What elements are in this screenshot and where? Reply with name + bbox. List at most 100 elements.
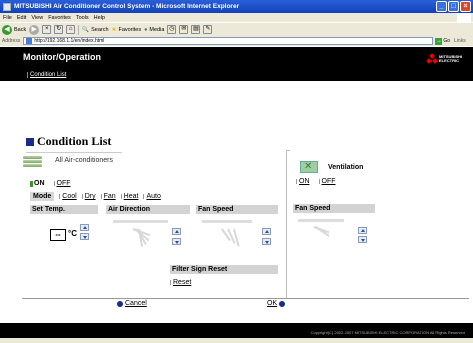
menu-tools[interactable]: Tools [76,15,89,21]
title-block-icon [26,137,34,146]
three-diamonds-icon [426,53,438,64]
ventilation-off-button[interactable]: OFF [318,178,336,185]
breadcrumb-bar: Condition List [0,71,473,81]
address-input[interactable]: http://192.168.1.1/en/index.html [23,37,434,45]
media-icon: ● [144,26,148,33]
page-footer: Copyright(C) 2002-2007 MITSUBISHI ELECTR… [0,323,473,338]
ventilation-fan-speed-header: Fan Speed [293,204,375,213]
media-button[interactable]: ● Media [144,27,164,33]
links-label[interactable]: Links [454,38,466,44]
search-button[interactable]: 🔍 Search [82,27,108,33]
app-header: Monitor/Operation MITSUBISHI ELECTRIC [0,47,473,71]
search-icon: 🔍 [82,26,90,33]
link-marker [53,181,55,186]
ac-power-controls: ON OFF [30,180,71,187]
link-marker [170,280,171,285]
ac-off-button[interactable]: OFF [53,180,71,187]
favorites-button[interactable]: ★ Favorites [112,27,142,33]
column-divider-cap [286,150,290,151]
refresh-button[interactable]: ↻ [54,25,64,34]
maximize-button[interactable]: □ [448,1,459,12]
forward-button[interactable]: ▶ [29,24,40,35]
title-underline [26,152,122,153]
air-direction-down-button[interactable] [172,238,181,245]
address-bar: Address http://192.168.1.1/en/index.html… [0,36,473,46]
back-button[interactable]: ◀ Back [2,24,26,35]
copyright-text: Copyright(C) 2002-2007 MITSUBISHI ELECTR… [310,330,465,335]
window-title-bar: MITSUBISHI Air Conditioner Control Syste… [0,0,473,13]
temp-unit: °C [68,229,77,238]
breadcrumb-condition-list[interactable]: Condition List [30,72,66,78]
air-direction-header: Air Direction [106,205,190,214]
menu-bar: File Edit View Favorites Tools Help [0,13,473,22]
temp-up-button[interactable] [80,224,89,231]
set-temp-header: Set Temp. [30,205,98,214]
on-indicator [30,180,33,187]
menu-help[interactable]: Help [94,15,105,21]
ventilation-power-controls: ON OFF [296,178,336,185]
browser-toolbar: ◀ Back ▶ × ↻ ⌂ 🔍 Search ★ Favorites ● Me… [0,22,473,36]
home-button[interactable]: ⌂ [66,25,76,34]
brand-text: MITSUBISHI ELECTRIC [439,53,463,63]
page-icon [26,38,33,44]
ac-on-button[interactable]: ON [30,180,45,187]
menu-edit[interactable]: Edit [17,15,26,21]
ok-button[interactable]: OK [267,300,286,307]
history-button[interactable]: ◷ [167,25,177,34]
print-button[interactable]: ▤ [191,25,201,34]
back-arrow-icon: ◀ [2,24,12,35]
edit-button[interactable]: ✎ [203,25,213,34]
ok-dot-icon [279,300,286,307]
filter-sign-header: Filter Sign Reset [170,265,278,274]
fan-speed-down-button[interactable] [262,238,271,245]
go-arrow-icon: → [435,37,443,45]
ventilation-fan-up-button[interactable] [358,227,367,234]
mode-auto-button[interactable]: Auto [143,193,161,200]
mail-button[interactable]: ✉ [179,25,189,34]
menu-file[interactable]: File [3,15,12,21]
close-button[interactable]: × [460,1,471,12]
filter-reset-button[interactable]: Reset [170,279,191,286]
page-title-text: Condition List [37,134,112,148]
page-title: Condition List [26,134,111,149]
mode-selector: Mode Cool Dry Fan Heat Auto [30,192,161,201]
toolbar-separator [78,24,80,35]
mode-label: Mode [30,192,55,201]
windows-logo-icon [457,13,471,22]
cancel-button[interactable]: Cancel [117,300,147,307]
ventilation-fan-down-button[interactable] [358,236,367,243]
mitsubishi-logo: MITSUBISHI ELECTRIC [426,53,463,64]
mode-dry-button[interactable]: Dry [81,193,96,200]
mode-cool-button[interactable]: Cool [59,193,77,200]
ventilation-on-button[interactable]: ON [296,178,310,185]
mode-fan-button[interactable]: Fan [100,193,116,200]
fan-speed-up-button[interactable] [262,228,271,235]
address-url: http://192.168.1.1/en/index.html [34,38,105,44]
page-content [0,81,473,323]
set-temp-value: -- [50,229,66,241]
ventilation-icon [300,161,318,173]
group-label: All Air-conditioners [55,157,113,164]
go-button[interactable]: → Go [435,37,450,45]
ie-app-icon [3,2,11,11]
breadcrumb-marker [27,72,28,78]
menu-favorites[interactable]: Favorites [48,15,71,21]
temp-down-button[interactable] [80,233,89,240]
stop-button[interactable]: × [42,25,52,34]
app-title: Monitor/Operation [23,52,101,62]
menu-view[interactable]: View [31,15,43,21]
window-title: MITSUBISHI Air Conditioner Control Syste… [14,3,240,10]
air-conditioner-group-icon [23,156,42,170]
browser-status-bar [0,338,473,343]
air-direction-up-button[interactable] [172,228,181,235]
column-divider [286,150,287,298]
ventilation-label: Ventilation [328,164,364,171]
star-icon: ★ [111,26,117,33]
breadcrumb[interactable]: Condition List [27,72,66,78]
mode-heat-button[interactable]: Heat [120,193,138,200]
actions-divider [22,298,469,299]
minimize-button[interactable]: _ [436,1,447,12]
cancel-dot-icon [117,300,123,307]
address-label: Address [2,38,21,44]
fan-speed-header: Fan Speed [196,205,278,214]
